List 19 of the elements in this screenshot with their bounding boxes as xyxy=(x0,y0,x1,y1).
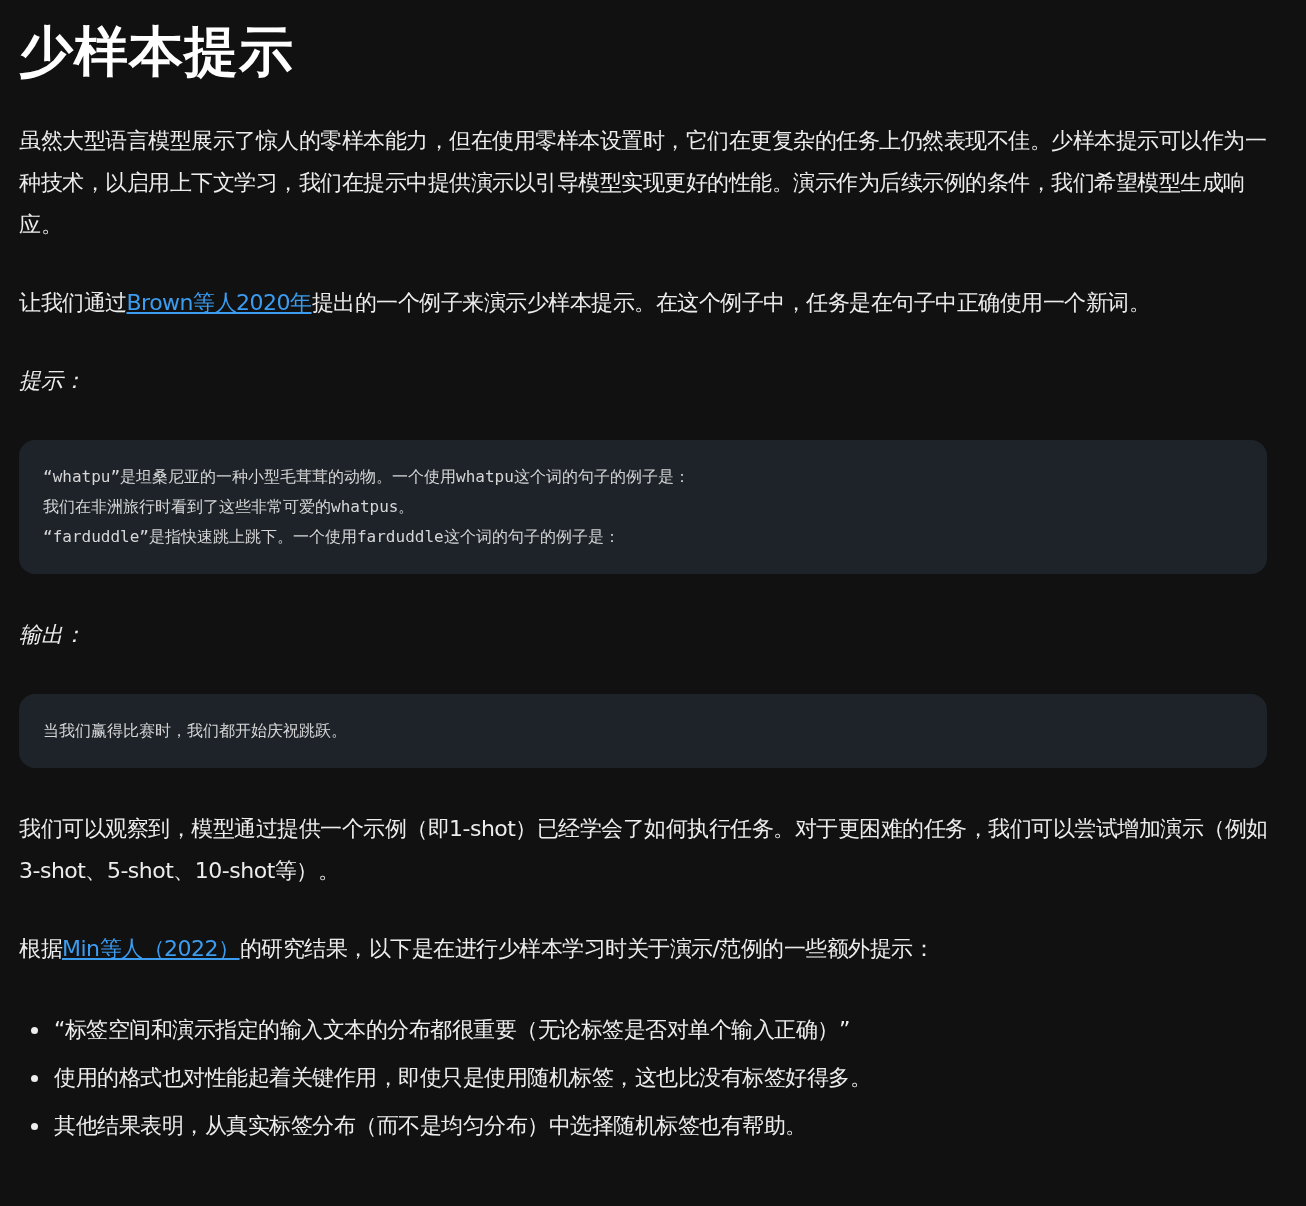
list-item-text: 其他结果表明，从真实标签分布（而不是均匀分布）中选择随机标签也有帮助。 xyxy=(54,1112,807,1140)
code-line: “farduddle”是指快速跳上跳下。一个使用farduddle这个词的句子的例子是： xyxy=(43,526,621,548)
section-label: 提示： xyxy=(19,367,86,395)
paragraph: 根据Min等人（2022）的研究结果，以下是在进行少样本学习时关于演示/范例的一些额外提示： xyxy=(19,935,936,963)
paragraph: 我们可以观察到，模型通过提供一个示例（即1-shot）已经学会了如何执行任务。对于更困难的任务，我们可以尝试增加演示（例如3-shot、5-shot、10-shot等）。 xyxy=(19,815,1269,885)
list-item-text: “标签空间和演示指定的输入文本的分布都很重要（无论标签是否对单个输入正确）” xyxy=(54,1016,850,1044)
code-line: “whatpu”是坦桑尼亚的一种小型毛茸茸的动物。一个使用whatpu这个词的句子的例子是： xyxy=(43,466,691,488)
list-item-text: 使用的格式也对性能起着关键作用，即使只是使用随机标签，这也比没有标签好得多。 xyxy=(54,1064,871,1092)
section-label: 输出： xyxy=(19,621,86,649)
bullet-icon xyxy=(31,1122,38,1130)
paragraph: 虽然大型语言模型展示了惊人的零样本能力，但在使用零样本设置时，它们在更复杂的任务上仍然表现不佳。少样本提示可以作为一种技术，以启用上下文学习，我们在提示中提供演示以引导模型实现更好的性能。演示作为后续示例的条件，我们希望模型生成响应。 xyxy=(19,127,1267,239)
page-title: 少样本提示 xyxy=(19,22,295,82)
code-line: 当我们赢得比赛时，我们都开始庆祝跳跃。 xyxy=(43,720,348,742)
reference-link[interactable]: Min等人（2022） xyxy=(62,936,240,961)
bullet-icon xyxy=(31,1074,38,1082)
bullet-icon xyxy=(31,1026,38,1034)
paragraph: 让我们通过Brown等人2020年提出的一个例子来演示少样本提示。在这个例子中，任务是在句子中正确使用一个新词。 xyxy=(19,289,1152,317)
reference-link[interactable]: Brown等人2020年 xyxy=(126,290,312,315)
code-line: 我们在非洲旅行时看到了这些非常可爱的whatpus。 xyxy=(43,496,416,518)
